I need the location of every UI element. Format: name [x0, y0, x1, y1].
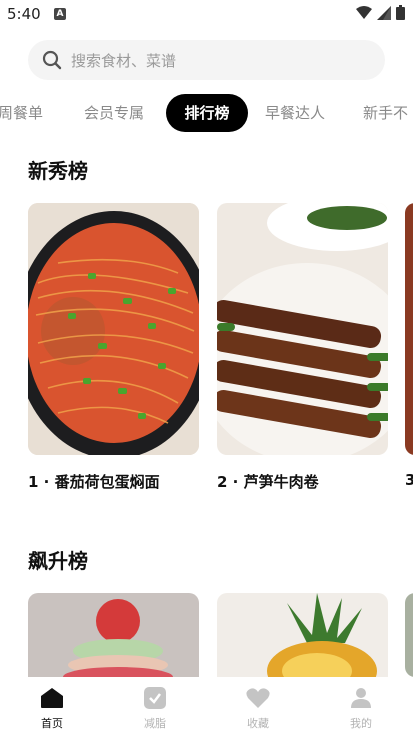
section-title-new-stars: 新秀榜 [28, 159, 88, 183]
heart-icon [246, 688, 270, 708]
wifi-icon [356, 5, 372, 19]
nav-label-home: 首页 [41, 717, 63, 730]
person-icon [351, 688, 371, 708]
recipe-title-third[interactable]: 3 [405, 471, 413, 489]
recipe-image-pineapple [217, 593, 388, 677]
section-title-rising: 飙升榜 [28, 549, 88, 573]
tab-breakfast-master[interactable]: 早餐达人 [265, 94, 325, 132]
recipe-image-strawberry-pancake [28, 593, 199, 677]
tab-member-exclusive[interactable]: 会员专属 [84, 94, 144, 132]
category-tabs: 周餐单 会员专属 排行榜 早餐达人 新手不 [0, 94, 413, 134]
recipe-title-tomato-noodles[interactable]: 1 · 番茄荷包蛋焖面 [28, 471, 160, 492]
battery-icon [396, 5, 405, 20]
recipe-card-tomato-noodles[interactable] [28, 203, 199, 455]
check-badge-icon [144, 687, 166, 709]
recipe-card-pineapple[interactable] [217, 593, 388, 677]
search-input[interactable]: 搜索食材、菜谱 [28, 40, 385, 80]
status-bar: 5:40 A [0, 0, 413, 28]
nav-fat-loss[interactable]: 减脂 [125, 687, 185, 731]
nav-favorites[interactable]: 收藏 [228, 687, 288, 731]
nav-label-fat-loss: 减脂 [144, 717, 166, 730]
recipe-card-third-rising[interactable] [405, 593, 413, 677]
nav-home[interactable]: 首页 [22, 687, 82, 731]
recipe-card-strawberry-pancake[interactable] [28, 593, 199, 677]
recipe-card-asparagus-beef[interactable] [217, 203, 388, 455]
recipe-title-asparagus-beef[interactable]: 2 · 芦笋牛肉卷 [217, 471, 319, 492]
tab-ranking[interactable]: 排行榜 [166, 94, 248, 132]
recipe-card-third[interactable] [405, 203, 413, 455]
signal-icon [377, 5, 391, 20]
notification-icon: A [54, 8, 66, 20]
recipe-image-asparagus-beef [217, 203, 388, 455]
nav-profile[interactable]: 我的 [331, 687, 391, 731]
search-placeholder: 搜索食材、菜谱 [71, 51, 177, 70]
nav-label-favorites: 收藏 [247, 717, 269, 730]
status-time: 5:40 [7, 5, 41, 23]
recipe-image-tomato-noodles [28, 203, 199, 455]
tab-beginner[interactable]: 新手不 [363, 94, 408, 132]
status-icons [356, 5, 405, 20]
tab-weekly-menu[interactable]: 周餐单 [0, 94, 43, 132]
nav-label-profile: 我的 [350, 717, 372, 730]
bottom-nav: 首页 减脂 收藏 我的 [0, 677, 413, 735]
home-icon [41, 688, 63, 708]
search-icon [42, 50, 62, 70]
